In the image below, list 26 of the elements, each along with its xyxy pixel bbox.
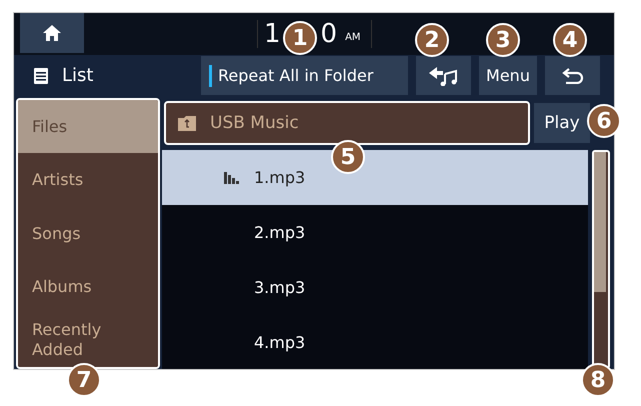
scroll-bar[interactable] [592,150,610,369]
folder-name: USB Music [210,113,299,133]
file-name: 1.mp3 [254,168,306,187]
clock-text: 0 [320,19,338,49]
home-button[interactable] [20,13,84,53]
callout-number: 7 [67,363,101,397]
back-button[interactable] [545,56,600,95]
screen-title: List [62,65,94,86]
play-button[interactable]: Play [534,103,590,143]
home-icon [43,25,61,41]
arrow-note-icon [428,66,458,86]
clock-period: AM [345,32,361,42]
file-row[interactable]: 3.mp3 [162,260,588,315]
repeat-button[interactable]: Repeat All in Folder [201,56,408,95]
list-icon [34,68,48,84]
folder-bar[interactable]: USB Music [164,101,530,145]
callout-number: 8 [581,363,615,397]
clock-text: 1 [264,19,281,49]
file-name: 3.mp3 [254,278,306,297]
back-icon [562,68,584,84]
file-name: 2.mp3 [254,223,306,242]
folder-icon [178,116,196,130]
source-button[interactable] [416,56,471,95]
file-row[interactable]: 2.mp3 [162,205,588,260]
menu-button[interactable]: Menu [479,56,537,95]
file-name: 4.mp3 [254,333,306,352]
